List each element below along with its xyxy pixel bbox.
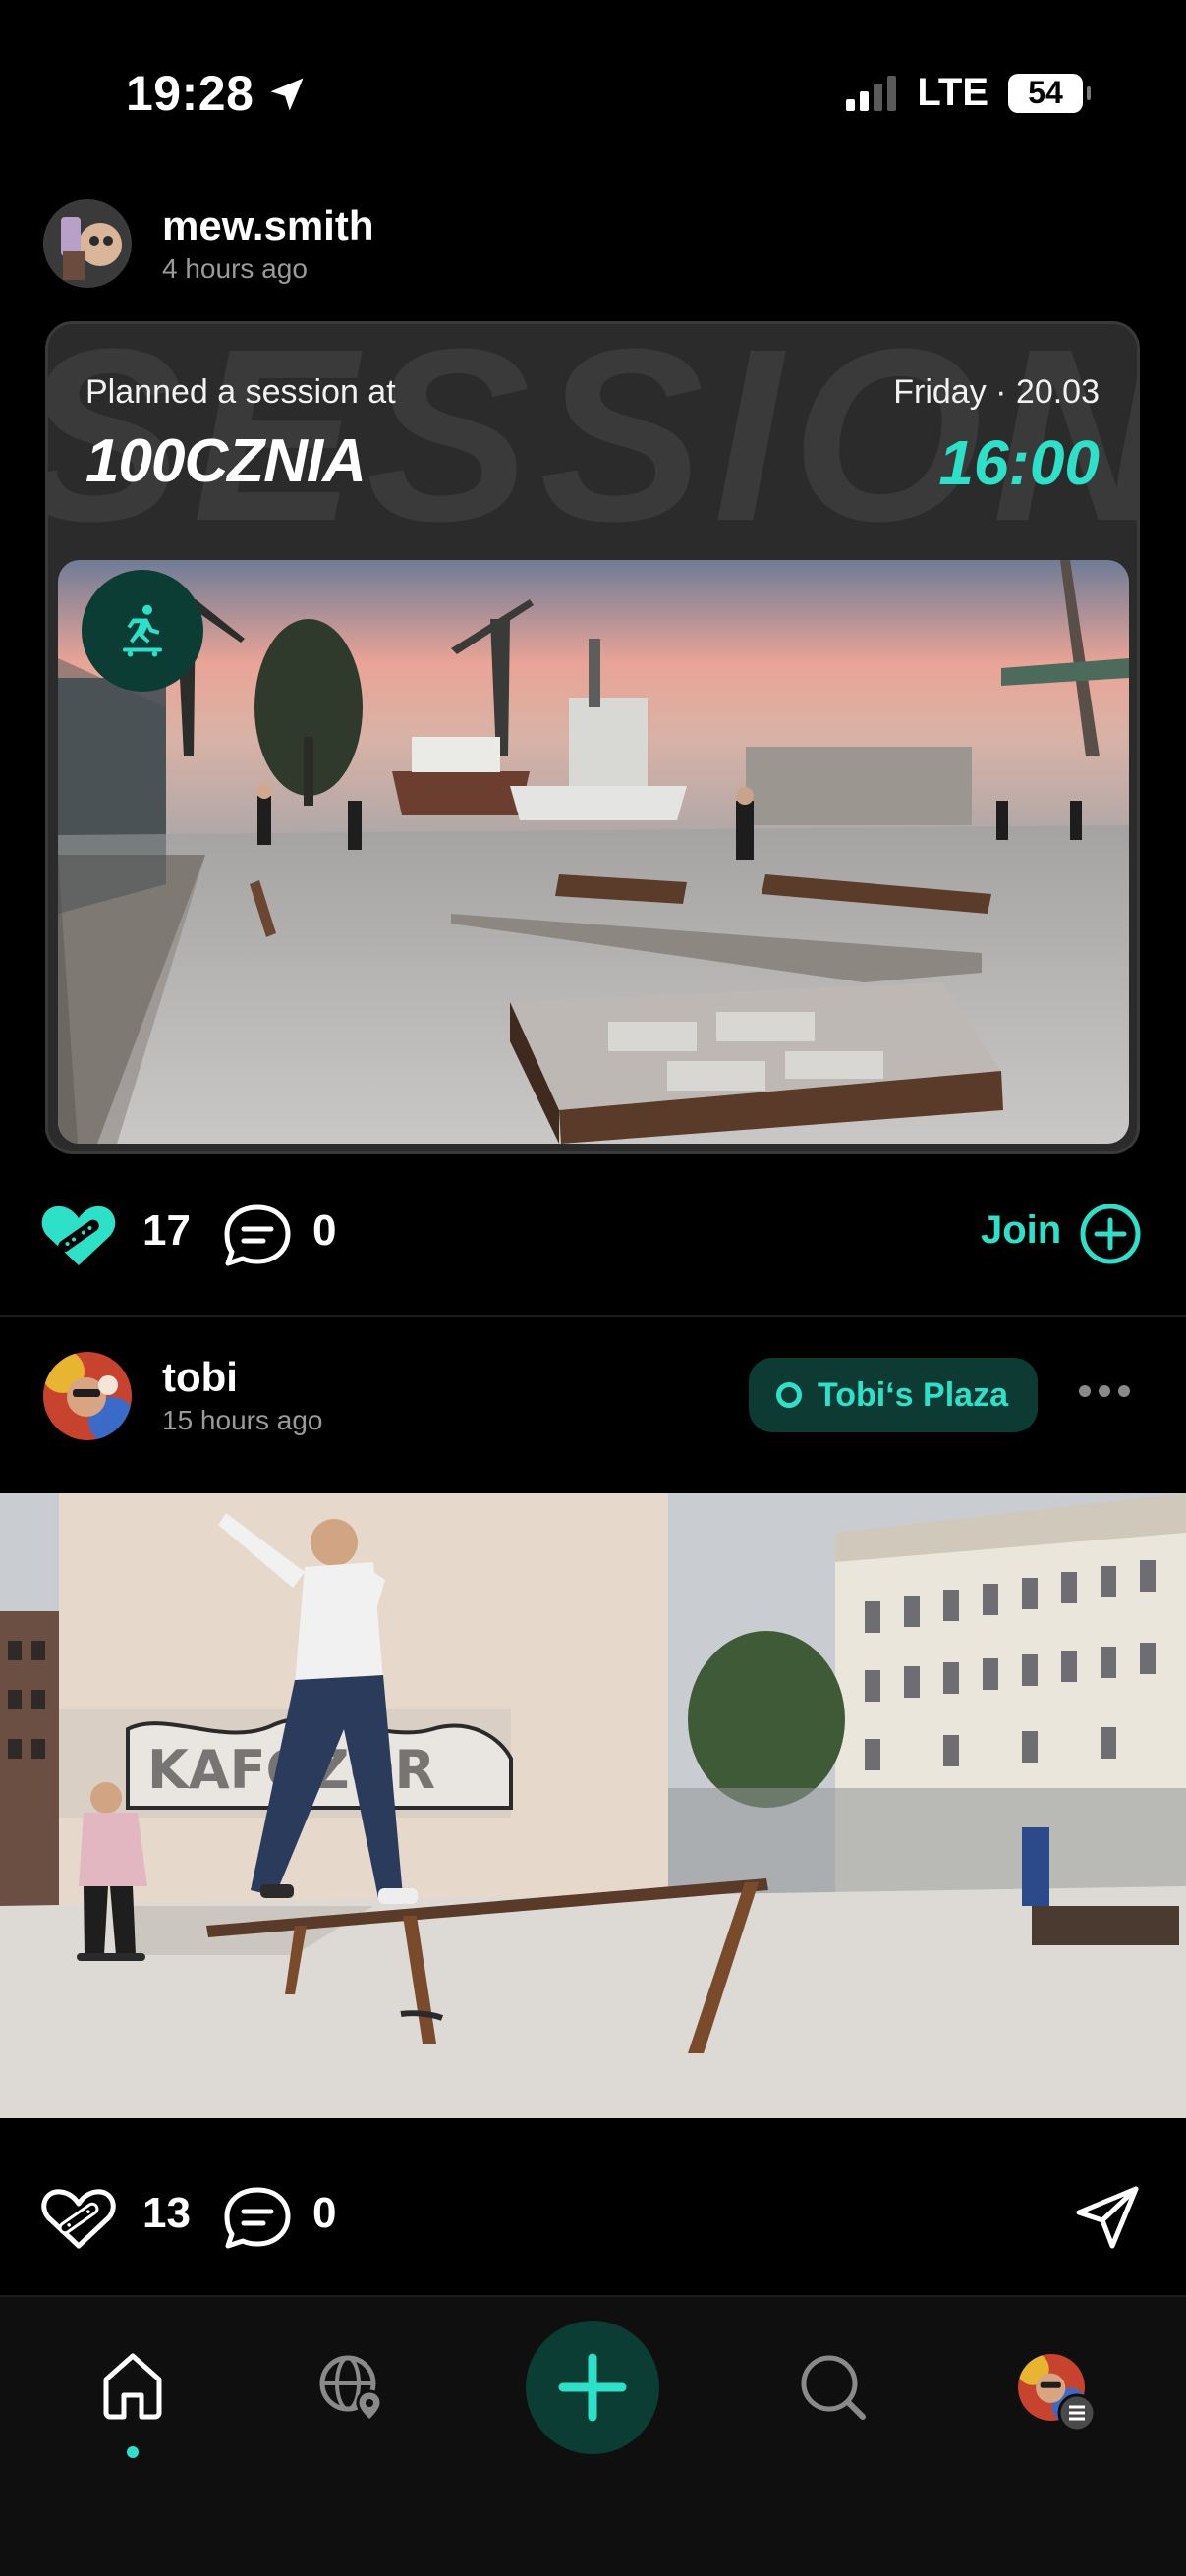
map-globe-icon[interactable]	[316, 2352, 387, 2423]
status-indicators: LTE 54	[846, 71, 1091, 115]
more-icon[interactable]	[1079, 1385, 1130, 1397]
post2-comments-count: 0	[312, 2189, 337, 2237]
post2-time: 15 hours ago	[162, 1405, 323, 1435]
location-dot-icon	[776, 1382, 802, 1408]
share-icon[interactable]	[1073, 2183, 1142, 2252]
battery-level: 54	[1028, 75, 1063, 110]
spot-name[interactable]: 100CZNIA	[85, 426, 367, 496]
add-button[interactable]	[526, 2321, 659, 2454]
session-card[interactable]: SESSION Planned a session at 100CZNIA Fr…	[45, 321, 1140, 1154]
post2-username[interactable]: tobi	[162, 1354, 238, 1401]
avatar-tobi[interactable]	[43, 1352, 132, 1440]
location-tag[interactable]: Tobi‘s Plaza	[749, 1358, 1038, 1432]
comment-icon[interactable]	[222, 2185, 293, 2252]
post1-likes-count: 17	[142, 1206, 191, 1255]
home-icon[interactable]	[98, 2350, 167, 2421]
post1-time: 4 hours ago	[162, 253, 308, 284]
status-time: 19:28	[126, 66, 254, 121]
join-plus-icon[interactable]	[1079, 1203, 1142, 1265]
skater-icon	[123, 604, 162, 657]
skater-rail-photo[interactable]: KAFOZOR	[0, 1493, 1186, 2118]
planned-label: Planned a session at	[85, 373, 396, 411]
search-icon[interactable]	[798, 2352, 869, 2423]
battery-icon: 54	[1008, 73, 1091, 113]
signal-icon	[846, 75, 897, 111]
join-button-label[interactable]: Join	[981, 1208, 1061, 1253]
skateboard-heart-outline-icon[interactable]	[41, 2187, 116, 2250]
session-date: Friday · 20.03	[893, 373, 1100, 411]
skatepark-photo[interactable]	[58, 560, 1129, 1144]
post2-likes-count: 13	[142, 2189, 191, 2237]
post1-comments-count: 0	[312, 1206, 337, 1255]
comment-icon[interactable]	[222, 1203, 293, 1269]
post-divider	[0, 1315, 1186, 1317]
add-icon	[558, 2353, 627, 2422]
location-arrow-icon	[270, 78, 304, 111]
post1-username[interactable]: mew.smith	[162, 202, 374, 250]
skateboard-heart-icon[interactable]	[41, 1204, 116, 1267]
session-time: 16:00	[938, 427, 1100, 498]
menu-badge-icon[interactable]	[1057, 2393, 1097, 2433]
skater-badge	[82, 570, 203, 692]
network-label: LTE	[917, 71, 988, 114]
location-label: Tobi‘s Plaza	[818, 1375, 1008, 1414]
avatar-mew-smith[interactable]	[43, 199, 132, 288]
active-tab-indicator	[127, 2446, 139, 2458]
